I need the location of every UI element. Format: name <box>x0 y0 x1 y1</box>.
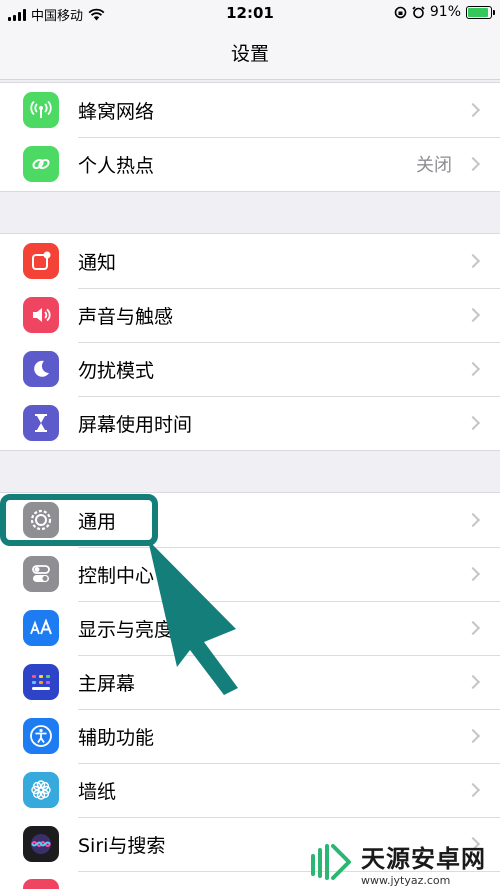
settings-row-screen-time[interactable]: 屏幕使用时间 <box>0 396 500 450</box>
watermark: 天源安卓网 www.jytyaz.com <box>305 836 500 889</box>
settings-row-label: 辅助功能 <box>78 726 155 749</box>
battery-percent: 91% <box>429 4 461 20</box>
settings-row-notifications[interactable]: 通知 <box>0 234 500 288</box>
battery-icon <box>466 5 495 19</box>
settings-row-cellular[interactable]: 蜂窝网络 <box>0 83 500 137</box>
flower-icon <box>23 772 59 808</box>
accessibility-icon <box>23 718 59 754</box>
chevron-right-icon <box>465 361 481 377</box>
settings-row-home-screen[interactable]: 主屏幕 <box>0 655 500 709</box>
page-title: 设置 <box>230 43 269 65</box>
settings-row-do-not-disturb[interactable]: 勿扰模式 <box>0 342 500 396</box>
settings-row-control-center[interactable]: 控制中心 <box>0 547 500 601</box>
chevron-right-icon <box>465 102 481 118</box>
speaker-icon <box>23 297 59 333</box>
watermark-url: www.jytyaz.com <box>361 873 451 887</box>
settings-row-label: 屏幕使用时间 <box>78 413 193 436</box>
toggle-icon <box>23 556 59 592</box>
nav-bar: 设置 <box>0 26 500 80</box>
settings-row-accessibility[interactable]: 辅助功能 <box>0 709 500 763</box>
hotspot-status: 关闭 <box>416 155 452 176</box>
chevron-right-icon <box>465 620 481 636</box>
moon-icon <box>23 351 59 387</box>
text-size-icon <box>23 610 59 646</box>
chevron-right-icon <box>465 728 481 744</box>
alarm-icon <box>412 5 425 18</box>
highlight-box <box>0 494 158 546</box>
settings-row-display[interactable]: 显示与亮度 <box>0 601 500 655</box>
settings-row-label: 勿扰模式 <box>78 359 155 382</box>
status-bar: 中国移动 12:01 91% <box>0 0 500 26</box>
notification-icon <box>23 243 59 279</box>
settings-row-label: 通知 <box>78 251 117 274</box>
chevron-right-icon <box>465 307 481 323</box>
chevron-right-icon <box>465 253 481 269</box>
home-grid-icon <box>23 664 59 700</box>
chevron-right-icon <box>465 512 481 528</box>
chevron-right-icon <box>465 156 481 172</box>
settings-row-label: 显示与亮度 <box>78 618 174 641</box>
siri-icon <box>23 826 59 862</box>
hourglass-icon <box>23 405 59 441</box>
settings-row-label: 主屏幕 <box>78 672 136 695</box>
chevron-right-icon <box>465 415 481 431</box>
settings-row-label: 墙纸 <box>78 780 117 803</box>
link-icon <box>23 146 59 182</box>
watermark-name: 天源安卓网 <box>361 844 486 873</box>
chevron-right-icon <box>465 782 481 798</box>
chevron-right-icon <box>465 674 481 690</box>
settings-row-label: 控制中心 <box>78 564 155 587</box>
settings-row-label: 声音与触感 <box>78 305 174 328</box>
settings-row-wallpaper[interactable]: 墙纸 <box>0 763 500 817</box>
partial-app-icon <box>23 879 59 889</box>
settings-row-label: 个人热点 <box>78 154 155 177</box>
settings-group-alerts: 通知 声音与触感 勿扰模式 屏幕使用时间 <box>0 233 500 451</box>
settings-row-label: Siri与搜索 <box>78 834 166 857</box>
settings-group-general: 通用 控制中心 显示与亮度 主屏幕 辅助功能 墙纸 Siri与搜索 <box>0 492 500 889</box>
orientation-lock-icon <box>394 6 407 18</box>
settings-row-sounds[interactable]: 声音与触感 <box>0 288 500 342</box>
settings-group-network: 蜂窝网络 个人热点 关闭 <box>0 82 500 192</box>
settings-row-hotspot[interactable]: 个人热点 关闭 <box>0 137 500 191</box>
settings-row-label: 蜂窝网络 <box>78 100 155 123</box>
antenna-icon <box>23 92 59 128</box>
watermark-logo-icon <box>311 843 351 880</box>
chevron-right-icon <box>465 566 481 582</box>
